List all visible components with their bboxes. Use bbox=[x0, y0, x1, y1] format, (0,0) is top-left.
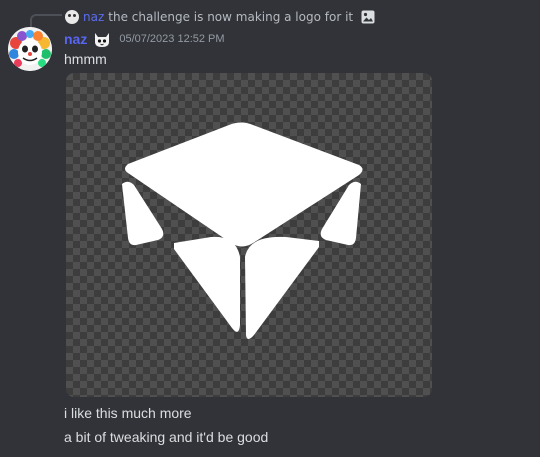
message-header: naz 05/07/2023 12:52 PM bbox=[64, 30, 225, 48]
image-icon bbox=[361, 10, 375, 24]
reply-avatar[interactable] bbox=[65, 10, 79, 24]
cat-badge-icon bbox=[95, 33, 110, 47]
logo-image bbox=[122, 122, 363, 339]
reply-username[interactable]: naz bbox=[83, 10, 104, 24]
message-line-2: i like this much more bbox=[64, 405, 192, 421]
reply-connector bbox=[30, 14, 62, 28]
clown-avatar-icon bbox=[8, 27, 52, 71]
timestamp: 05/07/2023 12:52 PM bbox=[119, 33, 225, 45]
reply-text[interactable]: the challenge is now making a logo for i… bbox=[108, 10, 353, 24]
reply-preview[interactable]: naz the challenge is now making a logo f… bbox=[65, 8, 375, 26]
avatar[interactable] bbox=[8, 27, 52, 71]
message-line-3: a bit of tweaking and it'd be good bbox=[64, 429, 269, 445]
message-line-1: hmmm bbox=[64, 51, 107, 67]
username[interactable]: naz bbox=[64, 31, 87, 47]
image-attachment[interactable] bbox=[66, 73, 432, 397]
